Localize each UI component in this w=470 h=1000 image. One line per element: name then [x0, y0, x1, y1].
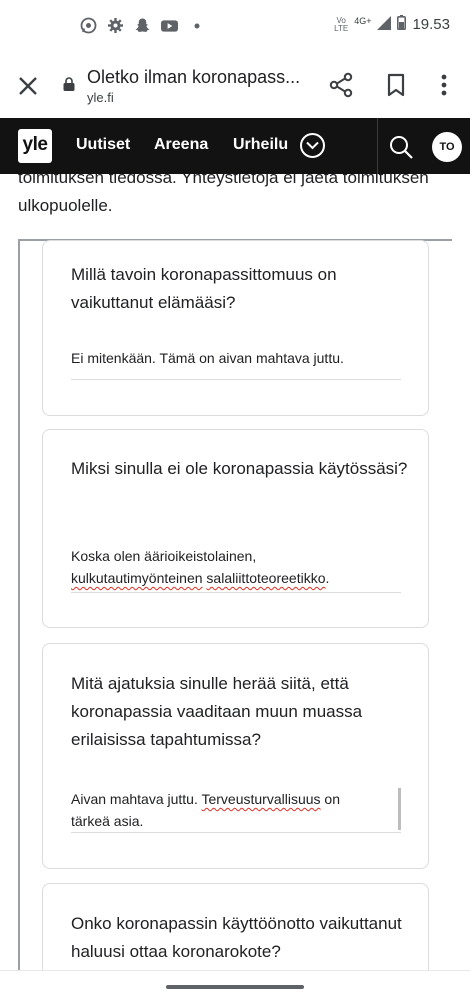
network-type: 4G+: [354, 16, 372, 26]
question-card: Mitä ajatuksia sinulle herää siitä, että…: [42, 643, 429, 869]
share-icon[interactable]: [327, 71, 355, 99]
answer-underline: [71, 379, 401, 380]
youtube-icon: [161, 17, 178, 34]
page-title: Oletko ilman koronapass...: [87, 67, 301, 87]
textarea-scrollbar[interactable]: [398, 788, 401, 830]
search-icon[interactable]: [388, 134, 414, 160]
site-navigation: yle Uutiset Areena Urheilu TO: [0, 118, 470, 174]
notification-icons: [80, 17, 205, 34]
lock-icon[interactable]: [63, 77, 75, 91]
chevron-down-icon: [306, 141, 319, 150]
dot-icon: [188, 17, 205, 34]
browser-toolbar: Oletko ilman koronapass... yle.fi: [0, 52, 470, 118]
nav-item-uutiset[interactable]: Uutiset: [76, 136, 130, 154]
signal-icon: [377, 15, 392, 34]
misspelled-word: kulkutautimyönteinen: [71, 570, 203, 586]
whatsapp-icon: [80, 17, 97, 34]
answer-line: Aivan mahtava juttu.: [71, 791, 202, 807]
answer-underline: [71, 832, 401, 833]
close-icon[interactable]: [14, 72, 42, 100]
status-bar: Vo LTE 4G+ 19.53: [0, 0, 470, 52]
avatar[interactable]: TO: [432, 132, 462, 162]
question-card: Millä tavoin koronapassittomuus on vaiku…: [42, 240, 429, 416]
yle-logo[interactable]: yle: [18, 129, 52, 163]
system-icons: Vo LTE 4G+ 19.53: [334, 15, 450, 34]
answer-underline: [71, 592, 401, 593]
snapchat-icon: [134, 17, 151, 34]
gesture-bar: [0, 970, 470, 1000]
intro-paragraph: toimituksen tiedossa. Yhteystietoja ei j…: [18, 174, 429, 215]
page-url[interactable]: yle.fi: [87, 90, 114, 105]
more-menu-icon[interactable]: [432, 71, 456, 99]
misspelled-word: Terveusturvallisuus: [201, 791, 321, 807]
more-menu-button[interactable]: [300, 133, 325, 158]
clock: 19.53: [412, 16, 450, 33]
answer-line: Koska olen äärioikeistolainen,: [71, 548, 257, 564]
question-text: Miksi sinulla ei ole koronapassia käytös…: [71, 459, 408, 478]
question-text: Mitä ajatuksia sinulle herää siitä, että…: [71, 674, 363, 749]
nav-item-areena[interactable]: Areena: [154, 136, 208, 154]
misspelled-word: salaliittoteoreetikko: [206, 570, 326, 586]
volte-indicator: Vo LTE: [334, 15, 349, 33]
gear-icon: [107, 17, 124, 34]
battery-icon: [397, 15, 407, 34]
answer-field[interactable]: Aivan mahtava juttu. Terveusturvallisuus…: [71, 788, 401, 832]
home-gesture-handle[interactable]: [166, 985, 304, 989]
answer-field[interactable]: Ei mitenkään. Tämä on aivan mahtava jutt…: [71, 347, 401, 369]
answer-line: tärkeä asia.: [71, 813, 144, 829]
question-text: Millä tavoin koronapassittomuus on vaiku…: [71, 265, 337, 312]
answer-line: on: [320, 791, 341, 807]
nav-divider: [377, 118, 378, 174]
answer-field[interactable]: Koska olen äärioikeistolainen, kulkutaut…: [71, 545, 401, 589]
bookmark-icon[interactable]: [382, 71, 410, 99]
answer-punctuation: .: [325, 570, 330, 586]
question-text: Onko koronapassin käyttöönotto vaikuttan…: [71, 914, 402, 961]
article-content: toimituksen tiedossa. Yhteystietoja ei j…: [0, 174, 470, 974]
question-card: Onko koronapassin käyttöönotto vaikuttan…: [42, 883, 429, 974]
question-card: Miksi sinulla ei ole koronapassia käytös…: [42, 429, 429, 628]
nav-item-urheilu[interactable]: Urheilu: [233, 136, 288, 154]
